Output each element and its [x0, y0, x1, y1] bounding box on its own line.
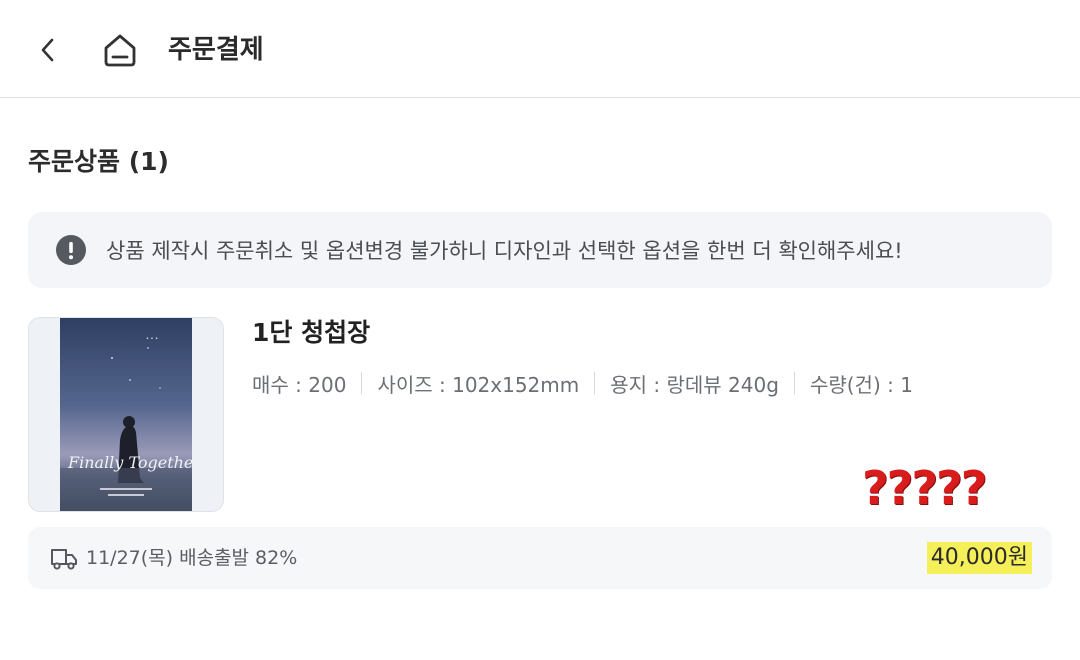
wedding-photo-image: • • • Finally Together [60, 318, 192, 511]
app-header: 주문결제 [0, 0, 1080, 98]
delivery-bar: 11/27(목) 배송출발 82% 40,000원 [28, 527, 1052, 589]
product-thumbnail[interactable]: • • • Finally Together [28, 317, 224, 512]
product-price: 40,000원 [926, 542, 1032, 574]
thumbnail-script-text: Finally Together [67, 453, 192, 472]
truck-icon [51, 549, 77, 570]
order-items-title: 주문상품 (1) [28, 147, 169, 176]
spec-divider [361, 372, 363, 394]
delivery-info: 11/27(목) 배송출발 82% [86, 547, 298, 569]
exclamation-circle-icon [56, 235, 86, 265]
notice-banner: 상품 제작시 주문취소 및 옵션변경 불가하니 디자인과 선택한 옵션을 한번 … [28, 212, 1052, 288]
question-marks-annotation: ????? [862, 461, 987, 515]
spec-size: 사이즈 : 102x152mm [377, 372, 580, 397]
spec-count: 매수 : 200 [252, 372, 347, 397]
svg-text:• • •: • • • [146, 336, 158, 342]
spec-paper: 용지 : 랑데뷰 240g [610, 372, 779, 397]
chevron-left-icon [41, 38, 54, 62]
notice-text: 상품 제작시 주문취소 및 옵션변경 불가하니 디자인과 선택한 옵션을 한번 … [106, 239, 903, 263]
product-name: 1단 청첩장 [252, 318, 371, 347]
spec-quantity: 수량(건) : 1 [809, 372, 913, 397]
home-button[interactable] [98, 28, 142, 72]
back-button[interactable] [28, 28, 68, 72]
spec-divider [594, 372, 596, 394]
spec-divider [793, 372, 795, 394]
product-specs: 매수 : 200 사이즈 : 102x152mm 용지 : 랑데뷰 240g 수… [252, 366, 913, 400]
home-icon [104, 34, 136, 67]
page-title: 주문결제 [168, 35, 264, 65]
